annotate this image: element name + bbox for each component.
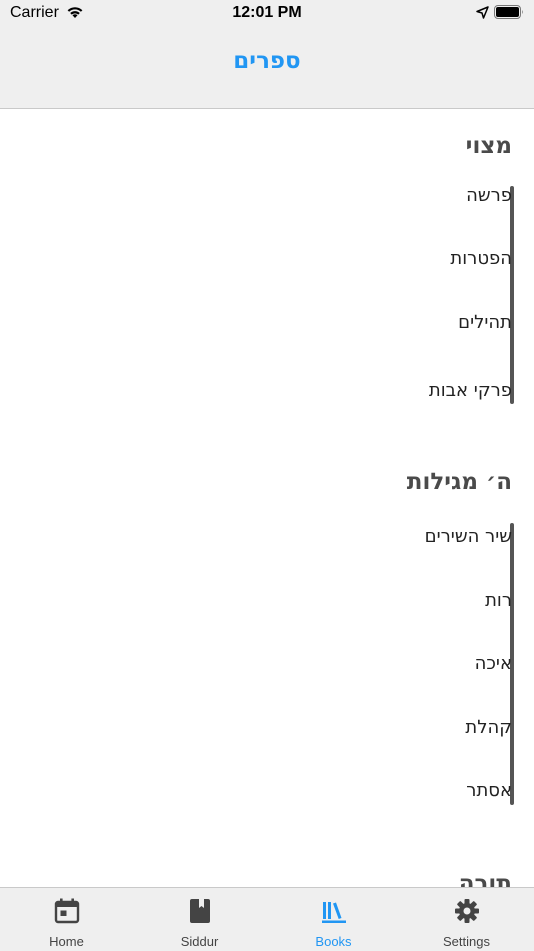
list-item[interactable]: רות [485,590,512,611]
list-item[interactable]: קהלת [465,717,512,738]
section-title-torah: תורה [458,871,512,887]
section-divider-bar [510,186,514,404]
status-time: 12:01 PM [232,4,302,21]
calendar-icon [54,898,79,924]
list-item[interactable]: פרקי אבות [429,380,512,401]
tab-home[interactable]: Home [0,888,133,951]
navigation-bar: Carrier 12:01 PM ספרים [0,0,534,109]
tab-books[interactable]: Books [267,888,400,951]
battery-icon [494,5,523,19]
list-item[interactable]: פרשה [466,185,512,206]
status-bar: Carrier 12:01 PM [0,0,534,30]
section-title-common: מצוי [465,133,512,159]
books-list[interactable]: מצוי פרשה הפטרות תהילים פרקי אבות ה׳ מגי… [0,109,534,887]
section-group-common [314,186,514,406]
list-item[interactable]: תהילים [458,312,512,333]
library-icon [321,902,346,923]
tab-bar: Home Siddur Books Settings [0,887,534,951]
location-icon [476,6,489,19]
page-title: ספרים [233,48,301,74]
list-item[interactable]: אסתר [466,780,512,801]
tab-label: Settings [443,934,490,949]
tab-label: Books [315,934,352,949]
list-item[interactable]: שיר השירים [425,526,512,547]
section-title-megillot: ה׳ מגילות [406,469,512,495]
tab-siddur[interactable]: Siddur [133,888,266,951]
tab-settings[interactable]: Settings [400,888,533,951]
book-icon [189,899,210,923]
list-item[interactable]: הפטרות [450,248,512,269]
tab-label: Home [49,934,84,949]
list-item[interactable]: איכה [475,653,512,674]
gear-icon [454,899,479,923]
tab-label: Siddur [180,934,219,949]
